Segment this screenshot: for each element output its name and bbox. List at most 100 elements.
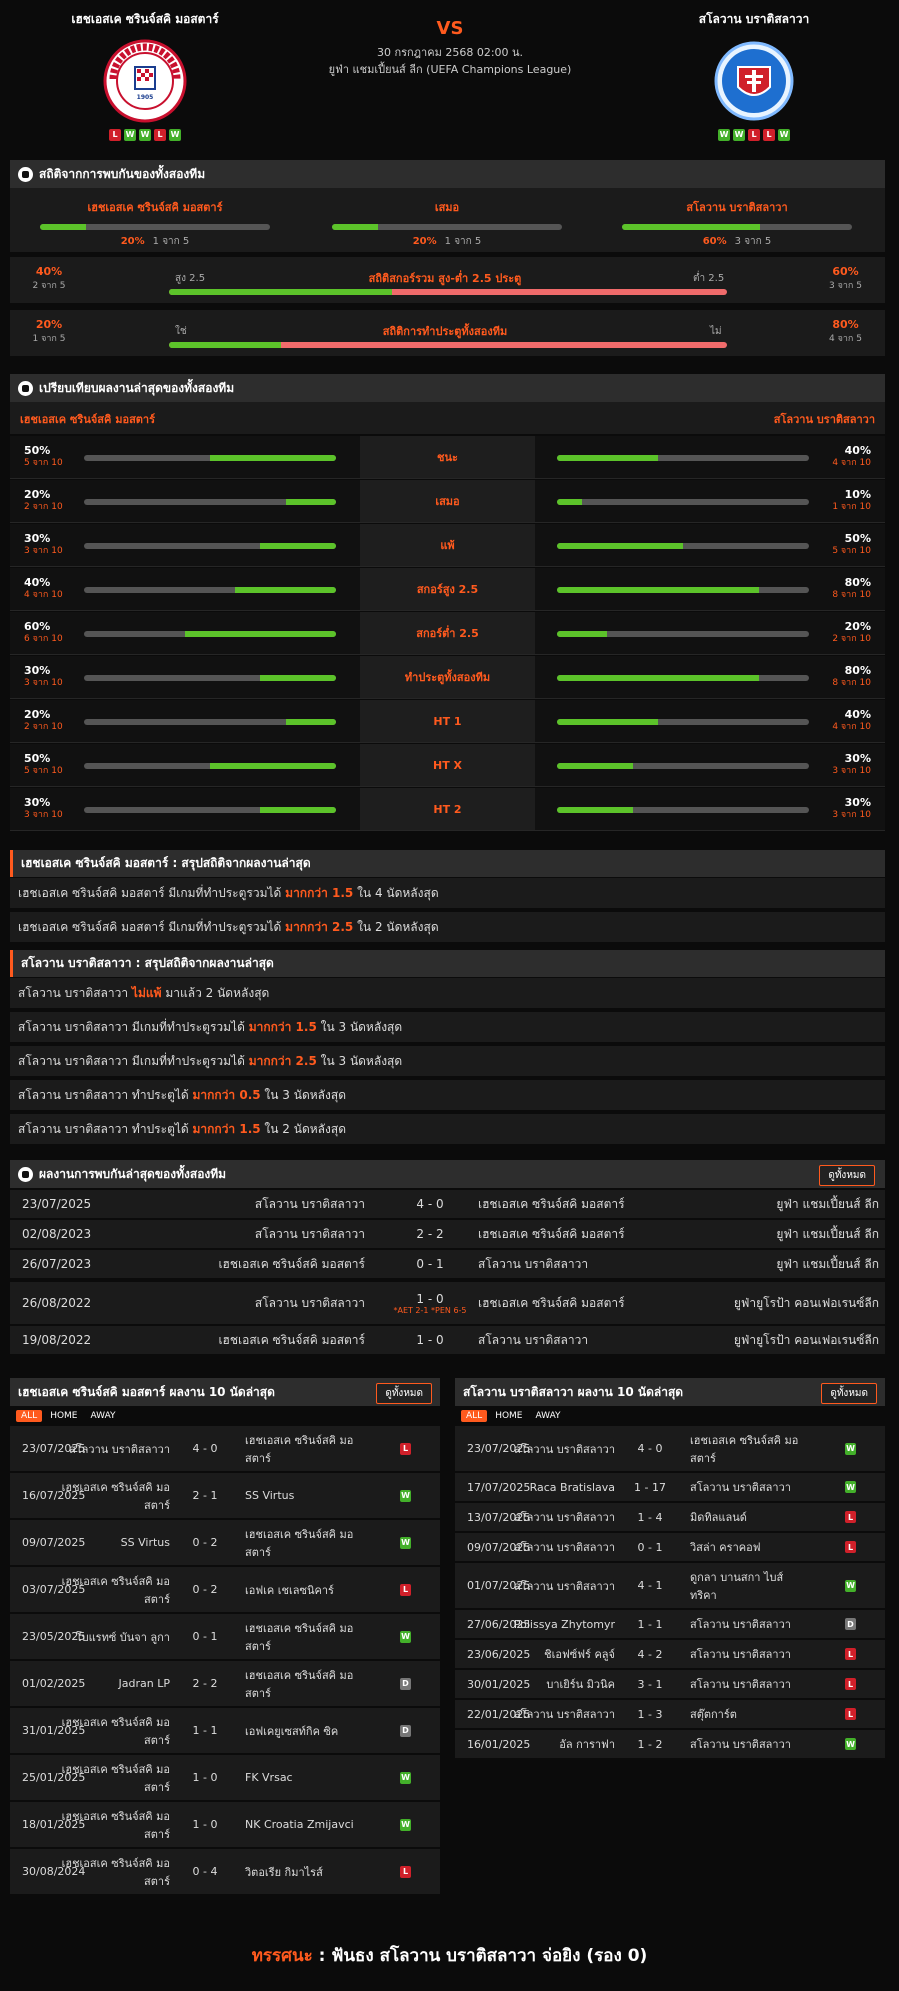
result-row[interactable]: 27/06/2025 Polissya Zhytomyr 1 - 1 สโลวาน บ… <box>455 1610 885 1638</box>
meeting-row[interactable]: 23/07/2025 สโลวาน บราติสลาวา 4 - 0 เฮชเอสเค… <box>10 1190 885 1218</box>
result-badge-wrap: W <box>400 1473 411 1518</box>
result-badge-wrap: W <box>400 1614 411 1659</box>
filter-tab-away[interactable]: AWAY <box>531 1410 566 1422</box>
result-away: สโลวาน บราติสลาวา <box>690 1678 791 1691</box>
result-badge-wrap: L <box>845 1503 856 1531</box>
compare-home-value: 40% 4 จาก 10 <box>24 576 63 602</box>
btts-right-of: 4 จาก 5 <box>829 334 862 344</box>
result-badge-wrap: W <box>845 1426 856 1471</box>
meeting-score-box: 1 - 0 *AET 2-1 *PEN 6-5 <box>390 1282 470 1324</box>
result-score: 2 - 1 <box>192 1489 218 1502</box>
result-badge-wrap: L <box>400 1426 411 1471</box>
h2h-home: เฮชเอสเค ซรินจ์สคิ มอสตาร์ 20% 1 จาก 5 <box>40 198 270 249</box>
result-away: เฮชเอสเค ซรินจ์สคิ มอสตาร์ <box>245 1668 354 1700</box>
compare-home-pct: 30% <box>24 796 51 809</box>
result-row[interactable]: 23/06/2025 ชิเอฟซ์ฟร์ คลูจ์ 4 - 2 สโลวาน บร… <box>455 1640 885 1668</box>
result-row[interactable]: 23/07/2025 สโลวาน บราติสลาวา 4 - 0 เฮชเอสเค… <box>455 1426 885 1471</box>
home-team[interactable]: เฮชเอสเค ซรินจ์สคิ มอสตาร์ 1905 LWWLW <box>15 10 275 141</box>
ou-bar <box>169 289 727 295</box>
result-row[interactable]: 01/02/2025 Jadran LP 2 - 2 เฮชเอสเค ซรินจ์ส… <box>10 1661 440 1706</box>
meeting-home: เฮชเอสเค ซรินจ์สคิ มอสตาร์ <box>218 1256 365 1271</box>
result-row[interactable]: 01/07/2025 สโลวาน บราติสลาวา 4 - 1 ดูกลา บา… <box>455 1563 885 1608</box>
result-row[interactable]: 03/07/2025 เฮชเอสเค ซรินจ์สคิ มอสตาร์ 0 - … <box>10 1567 440 1612</box>
result-row[interactable]: 09/07/2025 สโลวาน บราติสลาวา 0 - 1 วิสล่า ค… <box>455 1533 885 1561</box>
summary-highlight: มากกว่า 1.5 <box>192 1122 261 1136</box>
result-badge-wrap: L <box>400 1849 411 1894</box>
compare-home-of: 2 จาก 10 <box>24 502 63 512</box>
result-badge: W <box>400 1630 411 1643</box>
compare-away-of: 1 จาก 10 <box>832 502 871 512</box>
result-row[interactable]: 16/01/2025 อัล การาฟา 1 - 2 สโลวาน บราติสลา… <box>455 1730 885 1758</box>
result-home: เฮชเอสเค ซรินจ์สคิ มอสตาร์ <box>61 1809 170 1841</box>
result-row[interactable]: 09/07/2025 SS Virtus 0 - 2 เฮชเอสเค ซรินจ์ส… <box>10 1520 440 1565</box>
h2h-draw-label: เสมอ <box>434 201 460 214</box>
compare-home-bar-fill <box>210 763 336 769</box>
meeting-row[interactable]: 26/08/2022 สโลวาน บราติสลาวา 1 - 0 *AET 2-1… <box>10 1282 885 1324</box>
result-score: 1 - 17 <box>634 1480 666 1494</box>
summary-row: เฮชเอสเค ซรินจ์สคิ มอสตาร์ มีเกมที่ทำประ… <box>10 912 885 942</box>
meeting-score: 4 - 0 <box>416 1197 444 1211</box>
result-row[interactable]: 23/05/2025 โบแรทซ์ บันจา ลูกา 0 - 1 เฮชเอสเ… <box>10 1614 440 1659</box>
filter-tab-home[interactable]: HOME <box>45 1410 82 1422</box>
football-icon <box>18 380 33 396</box>
result-row[interactable]: 22/01/2025 สโลวาน บราติสลาวา 1 - 3 สตุ๊ตการ… <box>455 1700 885 1728</box>
h2h-draw-of: 1 จาก 5 <box>444 236 482 247</box>
result-row[interactable]: 17/07/2025 Raca Bratislava 1 - 17 สโลวาน บร… <box>455 1473 885 1501</box>
form-badge: W <box>169 129 181 141</box>
result-score: 1 - 0 <box>192 1818 218 1831</box>
compare-away-bar-fill <box>557 455 658 461</box>
meeting-score-box: 4 - 0 <box>390 1190 470 1218</box>
result-away: เฮชเอสเค ซรินจ์สคิ มอสตาร์ <box>245 1433 354 1465</box>
result-row[interactable]: 30/01/2025 บาเยิร์น มิวนิค 3 - 1 สโลวาน บรา… <box>455 1670 885 1698</box>
filter-tab-home[interactable]: HOME <box>490 1410 527 1422</box>
result-away: SS Virtus <box>245 1489 295 1502</box>
away-team[interactable]: สโลวาน บราติสลาวา WWLLW <box>624 10 884 141</box>
result-badge: W <box>400 1536 411 1549</box>
filter-tab-all[interactable]: ALL <box>16 1410 43 1422</box>
meeting-date: 19/08/2022 <box>22 1333 92 1347</box>
result-row[interactable]: 18/01/2025 เฮชเอสเค ซรินจ์สคิ มอสตาร์ 1 - … <box>10 1802 440 1847</box>
meetings-title: ผลงานการพบกันล่าสุดของทั้งสองทีม <box>39 1166 227 1181</box>
btts-bar-fill <box>169 342 281 348</box>
meeting-score: 1 - 0 <box>416 1333 444 1347</box>
result-score: 0 - 1 <box>192 1630 218 1643</box>
result-row[interactable]: 13/07/2025 สโลวาน บราติสลาวา 1 - 4 มิดทิลแล… <box>455 1503 885 1531</box>
meetings-view-all-button[interactable]: ดูทั้งหมด <box>819 1165 875 1186</box>
result-row[interactable]: 31/01/2025 เฮชเอสเค ซรินจ์สคิ มอสตาร์ 1 - … <box>10 1708 440 1753</box>
away-last10-view-all-button[interactable]: ดูทั้งหมด <box>821 1383 877 1404</box>
result-home: Polissya Zhytomyr <box>513 1617 615 1631</box>
result-badge: W <box>845 1481 856 1493</box>
result-home: เฮชเอสเค ซรินจ์สคิ มอสตาร์ <box>61 1480 170 1512</box>
meeting-home: สโลวาน บราติสลาวา <box>254 1226 365 1241</box>
compare-away-of: 4 จาก 10 <box>832 458 871 468</box>
home-last10-view-all-button[interactable]: ดูทั้งหมด <box>376 1383 432 1404</box>
result-badge: W <box>845 1442 856 1455</box>
result-score: 4 - 0 <box>192 1442 218 1455</box>
result-row[interactable]: 25/01/2025 เฮชเอสเค ซรินจ์สคิ มอสตาร์ 1 - … <box>10 1755 440 1800</box>
home-team-name: เฮชเอสเค ซรินจ์สคิ มอสตาร์ <box>71 12 219 26</box>
meeting-row[interactable]: 19/08/2022 เฮชเอสเค ซรินจ์สคิ มอสตาร์ 1 - … <box>10 1326 885 1354</box>
compare-home-value: 30% 3 จาก 10 <box>24 664 63 690</box>
result-away: เฮชเอสเค ซรินจ์สคิ มอสตาร์ <box>690 1433 799 1465</box>
result-badge: D <box>400 1677 411 1690</box>
filter-tab-all[interactable]: ALL <box>461 1410 488 1422</box>
filter-tab-away[interactable]: AWAY <box>86 1410 121 1422</box>
compare-home-value: 50% 5 จาก 10 <box>24 444 63 470</box>
meeting-row[interactable]: 02/08/2023 สโลวาน บราติสลาวา 2 - 2 เฮชเอสเค… <box>10 1220 885 1248</box>
meeting-away: สโลวาน บราติสลาวา <box>478 1256 589 1271</box>
compare-title-bar: เปรียบเทียบผลงานล่าสุดของทั้งสองทีม <box>10 374 885 402</box>
compare-away-pct: 40% <box>844 708 871 721</box>
compare-away-of: 2 จาก 10 <box>832 634 871 644</box>
btts-title: สถิติการทำประตูทั้งสองทีม <box>382 325 508 338</box>
result-row[interactable]: 16/07/2025 เฮชเอสเค ซรินจ์สคิ มอสตาร์ 2 - … <box>10 1473 440 1518</box>
meeting-row[interactable]: 26/07/2023 เฮชเอสเค ซรินจ์สคิ มอสตาร์ 0 - … <box>10 1250 885 1278</box>
compare-home-bar-fill <box>184 631 336 637</box>
result-home: สโลวาน บราติสลาวา <box>514 1708 615 1721</box>
result-row[interactable]: 30/08/2024 เฮชเอสเค ซรินจ์สคิ มอสตาร์ 0 - … <box>10 1849 440 1894</box>
compare-row: 20% 2 จาก 10 HT 1 40% 4 จาก 10 <box>10 700 885 743</box>
result-row[interactable]: 23/07/2025 สโลวาน บราติสลาวา 4 - 0 เฮชเอสเค… <box>10 1426 440 1471</box>
compare-home-of: 3 จาก 10 <box>24 546 63 556</box>
compare-label: เสมอ <box>360 480 535 522</box>
h2h-away-label: สโลวาน บราติสลาวา <box>686 201 788 214</box>
result-home: SS Virtus <box>120 1536 170 1549</box>
